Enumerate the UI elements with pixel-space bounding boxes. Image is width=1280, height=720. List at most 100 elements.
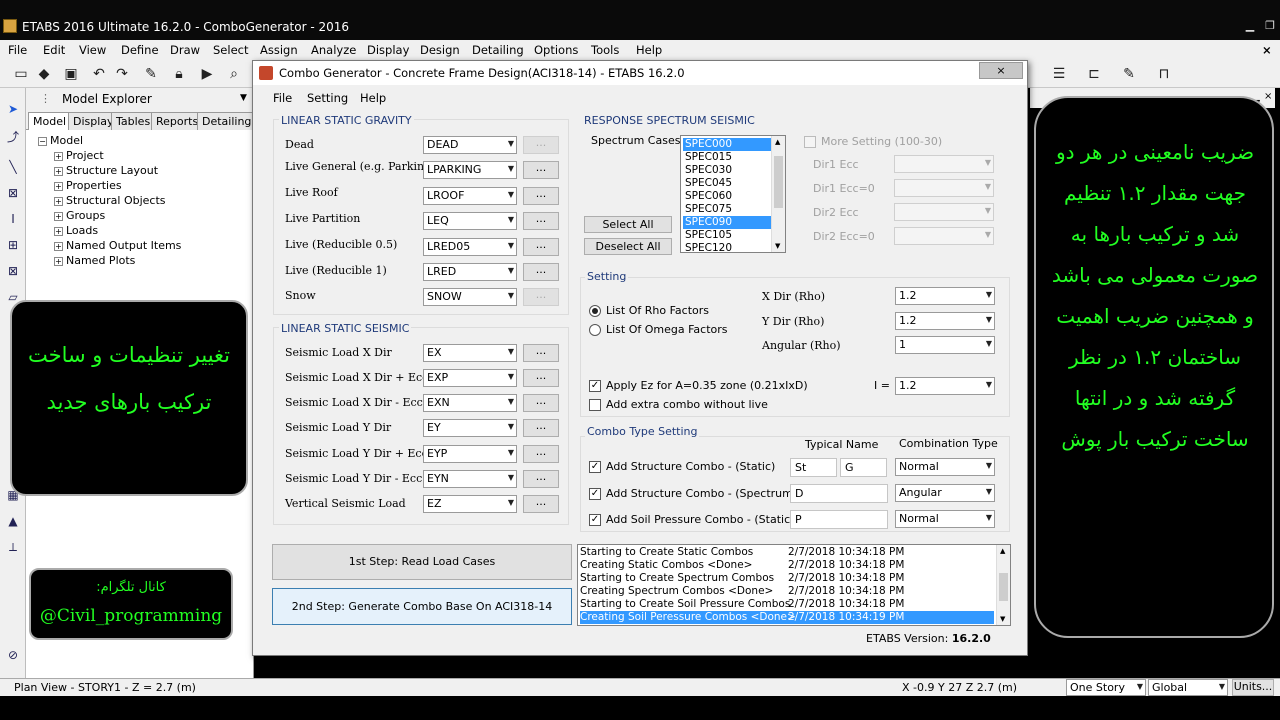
tree-item-properties[interactable]: + Properties bbox=[54, 179, 122, 192]
tab-reports[interactable]: Reports bbox=[151, 112, 204, 130]
menu-edit[interactable]: Edit bbox=[43, 43, 65, 57]
new-model-icon[interactable]: ▭ bbox=[12, 65, 30, 83]
tree-root-model[interactable]: − Model bbox=[38, 134, 83, 147]
menu-assign[interactable]: Assign bbox=[260, 43, 298, 57]
menu-display[interactable]: Display bbox=[367, 43, 409, 57]
menu-define[interactable]: Define bbox=[121, 43, 159, 57]
expand-icon[interactable]: + bbox=[54, 181, 63, 191]
menu-analyze[interactable]: Analyze bbox=[311, 43, 356, 57]
deselect-all-button[interactable]: Deselect All bbox=[584, 238, 672, 255]
static-combo-checkbox[interactable]: ✓ bbox=[589, 461, 601, 473]
tree-item-groups[interactable]: + Groups bbox=[54, 209, 105, 222]
draw-frame-icon[interactable]: ╲ bbox=[4, 160, 22, 178]
maximize-icon[interactable]: ❐ bbox=[1260, 18, 1280, 34]
list-item[interactable]: SPEC120 bbox=[683, 242, 771, 252]
live-reducible-1-more-button[interactable]: ... bbox=[523, 263, 559, 281]
tree-item-named-output-items[interactable]: + Named Output Items bbox=[54, 239, 181, 252]
spectrum-combo-type-select[interactable]: Angular ▼ bbox=[895, 484, 995, 502]
dead-select[interactable]: DEAD ▼ bbox=[423, 136, 517, 154]
expand-icon[interactable]: + bbox=[54, 151, 63, 161]
live-reducible-1-select[interactable]: LRED ▼ bbox=[423, 263, 517, 281]
draw-line-icon[interactable]: ✎ bbox=[1120, 65, 1138, 83]
live-reducible-05-more-button[interactable]: ... bbox=[523, 238, 559, 256]
coord-system-select[interactable]: Global ▼ bbox=[1148, 679, 1228, 696]
tab-model[interactable]: Model bbox=[28, 112, 72, 130]
menu-tools[interactable]: Tools bbox=[591, 43, 619, 57]
tree-item-loads[interactable]: + Loads bbox=[54, 224, 98, 237]
y-rho-select[interactable]: 1.2 ▼ bbox=[895, 312, 995, 330]
seismic-y-select[interactable]: EY ▼ bbox=[423, 419, 517, 437]
redo-icon[interactable]: ↷ bbox=[113, 65, 131, 83]
live-reducible-05-select[interactable]: LRED05 ▼ bbox=[423, 238, 517, 256]
tab-tables[interactable]: Tables bbox=[111, 112, 156, 130]
vertical-seismic-select[interactable]: EZ ▼ bbox=[423, 495, 517, 513]
spectrum-list-scrollbar[interactable]: ▲ ▼ bbox=[771, 136, 785, 252]
log-scrollbar[interactable]: ▲ ▼ bbox=[996, 545, 1010, 625]
snap-icon[interactable]: ⊘ bbox=[4, 648, 22, 666]
static-combo-name2-field[interactable]: G bbox=[840, 458, 887, 477]
read-load-cases-button[interactable]: 1st Step: Read Load Cases bbox=[272, 544, 572, 580]
live-partition-more-button[interactable]: ... bbox=[523, 212, 559, 230]
importance-select[interactable]: 1.2 ▼ bbox=[895, 377, 995, 395]
expand-icon[interactable]: + bbox=[54, 166, 63, 176]
seismic-y-neg-ecc-select[interactable]: EYN ▼ bbox=[423, 470, 517, 488]
collapse-icon[interactable]: − bbox=[38, 136, 47, 146]
tree-item-structure-layout[interactable]: + Structure Layout bbox=[54, 164, 158, 177]
menu-help[interactable]: Help bbox=[636, 43, 662, 57]
spectrum-combo-name-field[interactable]: D bbox=[790, 484, 888, 503]
menu-design[interactable]: Design bbox=[420, 43, 460, 57]
display-options-icon[interactable]: ☰ bbox=[1050, 65, 1068, 83]
menu-detailing[interactable]: Detailing bbox=[472, 43, 524, 57]
snow-select[interactable]: SNOW ▼ bbox=[423, 288, 517, 306]
soil-combo-checkbox[interactable]: ✓ bbox=[589, 514, 601, 526]
seismic-x-pos-ecc-more-button[interactable]: ... bbox=[523, 369, 559, 387]
live-general-select[interactable]: LPARKING ▼ bbox=[423, 161, 517, 179]
section-icon[interactable]: ⊏ bbox=[1085, 65, 1103, 83]
angular-rho-select[interactable]: 1 ▼ bbox=[895, 336, 995, 354]
dialog-close-button[interactable]: × bbox=[979, 62, 1023, 79]
menu-select[interactable]: Select bbox=[213, 43, 248, 57]
live-general-more-button[interactable]: ... bbox=[523, 161, 559, 179]
minimize-icon[interactable]: ▁ bbox=[1240, 18, 1260, 34]
vertical-seismic-more-button[interactable]: ... bbox=[523, 495, 559, 513]
draw-brace-icon[interactable]: ⊠ bbox=[4, 186, 22, 204]
tree-item-project[interactable]: + Project bbox=[54, 149, 104, 162]
expand-icon[interactable]: + bbox=[54, 211, 63, 221]
list-item[interactable]: SPEC060 bbox=[683, 190, 771, 203]
dropdown-arrow-icon[interactable]: ▼ bbox=[240, 93, 247, 103]
list-item[interactable]: SPEC090 bbox=[683, 216, 771, 229]
live-roof-select[interactable]: LROOF ▼ bbox=[423, 187, 517, 205]
story-select[interactable]: One Story ▼ bbox=[1066, 679, 1146, 696]
seismic-y-pos-ecc-select[interactable]: EYP ▼ bbox=[423, 445, 517, 463]
expand-icon[interactable]: + bbox=[54, 196, 63, 206]
seismic-y-more-button[interactable]: ... bbox=[523, 419, 559, 437]
expand-icon[interactable]: + bbox=[54, 256, 63, 266]
x-rho-select[interactable]: 1.2 ▼ bbox=[895, 287, 995, 305]
draw-beam-icon[interactable]: ⊞ bbox=[4, 238, 22, 256]
zoom-icon[interactable]: ⌕ bbox=[225, 65, 243, 83]
list-item[interactable]: SPEC045 bbox=[683, 177, 771, 190]
soil-combo-name-field[interactable]: P bbox=[790, 510, 888, 529]
dialog-menu-file[interactable]: File bbox=[273, 91, 292, 105]
spectrum-cases-list[interactable]: SPEC000 SPEC015 SPEC030 SPEC045 SPEC060 … bbox=[680, 135, 786, 253]
dialog-menu-setting[interactable]: Setting bbox=[307, 91, 348, 105]
extra-combo-checkbox[interactable] bbox=[589, 399, 601, 411]
live-roof-more-button[interactable]: ... bbox=[523, 187, 559, 205]
dialog-menu-help[interactable]: Help bbox=[360, 91, 386, 105]
expand-icon[interactable]: + bbox=[54, 241, 63, 251]
draw-column-icon[interactable]: Ⅰ bbox=[4, 212, 22, 230]
list-item[interactable]: SPEC000 bbox=[683, 138, 771, 151]
reshape-icon[interactable]: ⤴ bbox=[4, 128, 22, 146]
menu-view[interactable]: View bbox=[79, 43, 106, 57]
live-partition-select[interactable]: LEQ ▼ bbox=[423, 212, 517, 230]
pencil-icon[interactable]: ✎ bbox=[142, 65, 160, 83]
menu-file[interactable]: File bbox=[8, 43, 27, 57]
seismic-x-neg-ecc-select[interactable]: EXN ▼ bbox=[423, 394, 517, 412]
lock-icon[interactable]: 🔒︎ bbox=[170, 65, 188, 83]
expand-icon[interactable]: + bbox=[54, 226, 63, 236]
seismic-x-select[interactable]: EX ▼ bbox=[423, 344, 517, 362]
menu-draw[interactable]: Draw bbox=[170, 43, 200, 57]
units-button[interactable]: Units... bbox=[1232, 679, 1274, 696]
open-icon[interactable]: ◆ bbox=[35, 65, 53, 83]
run-icon[interactable]: ▶ bbox=[198, 65, 216, 83]
